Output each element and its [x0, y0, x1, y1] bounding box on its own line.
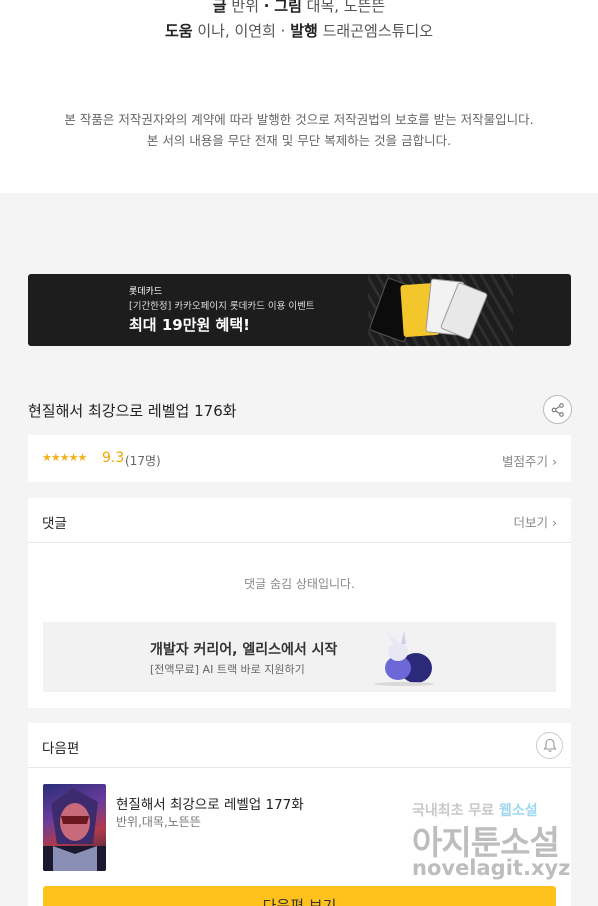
- writer-label: 글: [212, 0, 227, 15]
- next-header: 다음편: [28, 723, 571, 768]
- help-names: 이나, 이연희: [197, 22, 276, 40]
- next-episode-panel: 다음편 현질해서 최강으로 레벨업 177화 반위,대목,노뜬뜬 다음편 보기: [28, 723, 571, 906]
- separator: ·: [263, 0, 270, 15]
- star-rating-icon: ★★★★★: [42, 451, 87, 464]
- art-label: 그림: [274, 0, 302, 15]
- share-button[interactable]: [543, 395, 572, 424]
- character-illustration: [43, 788, 106, 871]
- credit-line-2: 도움 이나, 이연희 · 발행 드래곤엠스튜디오: [0, 20, 598, 41]
- publisher-label: 발행: [290, 22, 318, 40]
- comments-hidden-notice: 댓글 숨김 상태입니다.: [244, 577, 355, 591]
- episode-title: 현질해서 최강으로 레벨업 176화: [28, 402, 237, 420]
- comments-panel: 댓글 더보기 › 댓글 숨김 상태입니다. 개발자 커리어, 엘리스에서 시작 …: [28, 498, 571, 708]
- separator: ·: [280, 22, 286, 40]
- copyright-line-2: 본 서의 내용을 무단 전재 및 무단 복제하는 것을 금합니다.: [146, 133, 452, 148]
- notification-button[interactable]: [536, 732, 563, 759]
- comments-label: 댓글: [42, 516, 67, 532]
- copyright-line-1: 본 작품은 저작권자와의 계약에 따라 발행한 것으로 저작권법의 보호를 받는…: [64, 112, 534, 127]
- help-label: 도움: [164, 22, 193, 40]
- banner-headline: 최대 19만원 혜택!: [129, 316, 250, 334]
- rating-count: (17명): [125, 454, 161, 468]
- writer-name: 반위: [231, 0, 259, 15]
- bell-icon: [542, 738, 557, 752]
- credits-section: 글 반위 · 그림 대목, 노뜬뜬 도움 이나, 이연희 · 발행 드래곤엠스튜…: [0, 0, 598, 193]
- credit-line-1: 글 반위 · 그림 대목, 노뜬뜬: [0, 0, 598, 16]
- rabbit-mascot-icon: [374, 631, 434, 686]
- share-icon: [551, 402, 564, 417]
- next-episode-thumbnail[interactable]: [43, 784, 106, 871]
- rating-score: 9.3: [102, 450, 125, 466]
- next-episode-title[interactable]: 현질해서 최강으로 레벨업 177화: [116, 793, 304, 813]
- next-label: 다음편: [42, 741, 80, 757]
- comments-more-link[interactable]: 더보기 ›: [514, 512, 557, 531]
- ad-title: 개발자 커리어, 엘리스에서 시작: [150, 642, 338, 658]
- banner-subtitle: [기간한정] 카카오페이지 롯데카드 이용 이벤트: [129, 301, 315, 312]
- publisher-name: 드래곤엠스튜디오: [322, 22, 434, 40]
- next-episode-authors: 반위,대목,노뜬뜬: [116, 815, 201, 829]
- ad-banner[interactable]: 개발자 커리어, 엘리스에서 시작 [전액무료] AI 트랙 바로 지원하기: [43, 622, 556, 692]
- art-names: 대목, 노뜬뜬: [306, 0, 386, 15]
- banner-brand: 롯데카드: [129, 287, 163, 297]
- rate-button[interactable]: 별점주기 ›: [502, 451, 557, 470]
- rating-panel: ★★★★★ 9.3 (17명) 별점주기 ›: [28, 435, 571, 482]
- promo-banner[interactable]: 롯데카드 [기간한정] 카카오페이지 롯데카드 이용 이벤트 최대 19만원 혜…: [28, 274, 571, 346]
- next-episode-button[interactable]: 다음편 보기: [43, 886, 556, 906]
- comments-header: 댓글 더보기 ›: [28, 498, 571, 543]
- ad-subtitle: [전액무료] AI 트랙 바로 지원하기: [150, 663, 305, 676]
- copyright-notice: 본 작품은 저작권자와의 계약에 따라 발행한 것으로 저작권법의 보호를 받는…: [0, 109, 598, 151]
